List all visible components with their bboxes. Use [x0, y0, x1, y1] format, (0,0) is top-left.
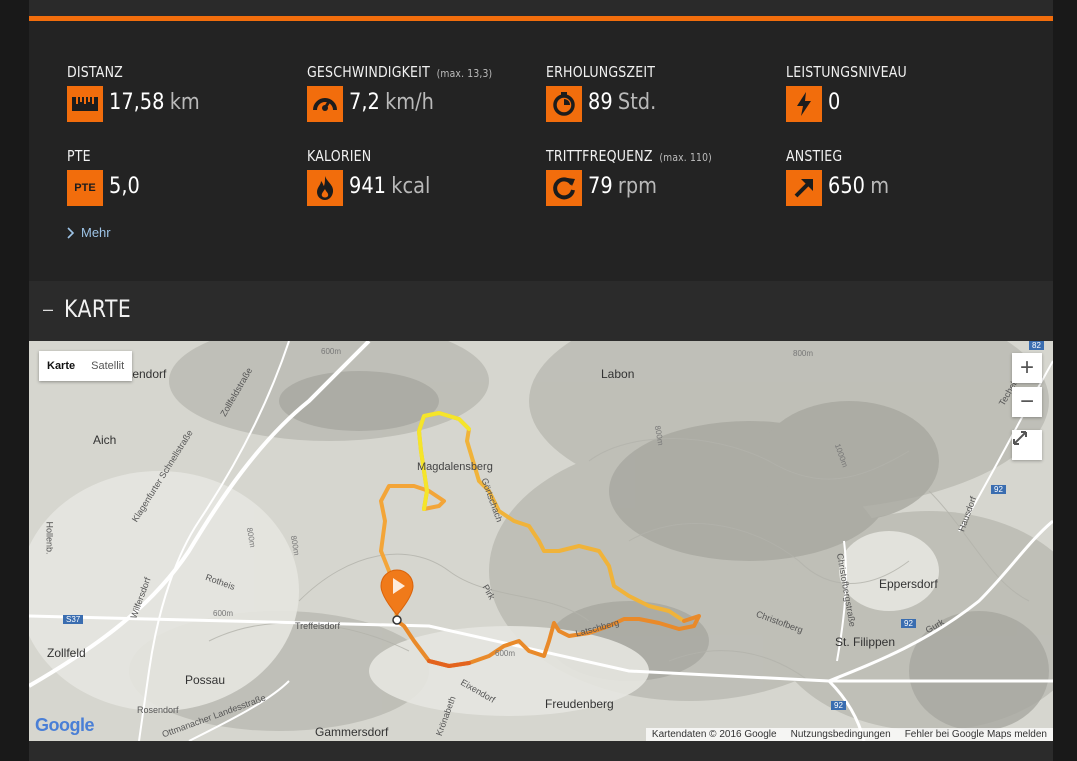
map-label-gammersdorf: Gammersdorf — [315, 725, 389, 739]
stat-label: TRITTFREQUENZ (max. 110) — [546, 147, 712, 165]
map-type-toggle: Karte Satellit — [39, 351, 133, 381]
map-type-karte-button[interactable]: Karte — [39, 351, 84, 381]
road-shield: 92 — [901, 619, 916, 628]
map-section-header[interactable]: – KARTE — [29, 281, 1053, 341]
pte-icon: PTE — [67, 170, 103, 206]
contour-label: 800m — [793, 349, 814, 358]
stat-value: 79 rpm — [588, 174, 658, 199]
collapse-toggle[interactable]: – — [43, 299, 53, 320]
stat-value: 0 — [828, 90, 841, 115]
stat-value: 650 m — [828, 174, 890, 199]
map-label-labon: Labon — [601, 367, 635, 381]
stat-value: 5,0 — [109, 174, 140, 199]
attribution-report-link[interactable]: Fehler bei Google Maps melden — [905, 729, 1047, 740]
google-logo: Google — [35, 715, 95, 735]
lightning-icon — [786, 86, 822, 122]
stat-value: 17,58 km — [109, 90, 200, 115]
map-label-aich: Aich — [93, 433, 117, 447]
route-map[interactable]: Labon Aich Magdalensberg Eppersdorf St. … — [29, 341, 1053, 741]
stat-value: 941 kcal — [349, 174, 431, 199]
stat-label: PTE — [67, 147, 91, 165]
attribution-data: Kartendaten © 2016 Google — [651, 729, 777, 740]
fullscreen-button[interactable] — [1012, 430, 1042, 460]
zoom-out-button[interactable]: − — [1012, 387, 1042, 417]
road-shield: S37 — [63, 615, 84, 624]
speedometer-icon — [307, 86, 343, 122]
map-type-satellit-button[interactable]: Satellit — [83, 351, 133, 381]
stat-max: (max. 13,3) — [436, 67, 493, 80]
arrow-up-right-icon — [786, 170, 822, 206]
stat-label: KALORIEN — [307, 147, 372, 165]
attribution-terms-link[interactable]: Nutzungsbedingungen — [791, 729, 891, 740]
map-label-zollfeld: Zollfeld — [47, 646, 86, 660]
map-label-magdalensberg: Magdalensberg — [417, 461, 493, 473]
map-label-hollenb: Hollenb. — [44, 521, 55, 555]
map-section-title: KARTE — [64, 295, 132, 323]
road-shield: 92 — [831, 701, 846, 710]
map-label-st-filippen: St. Filippen — [835, 635, 896, 649]
road-shield: 92 — [991, 485, 1006, 494]
stat-max: (max. 110) — [659, 151, 712, 164]
stat-label: ERHOLUNGSZEIT — [546, 63, 656, 81]
map-terrain — [29, 341, 1053, 741]
header-banner — [29, 0, 1053, 16]
map-label-possau: Possau — [185, 673, 226, 687]
recovery-timer-icon — [546, 86, 582, 122]
cadence-icon — [546, 170, 582, 206]
contour-label: 600m — [495, 649, 516, 658]
more-link[interactable]: Mehr — [67, 225, 111, 240]
ruler-icon — [67, 86, 103, 122]
map-attribution: Kartendaten © 2016 Google Nutzungsbeding… — [645, 728, 1053, 741]
map-label-freudenberg: Freudenberg — [545, 697, 614, 711]
stat-label: GESCHWINDIGKEIT (max. 13,3) — [307, 63, 493, 81]
stat-value: 89 Std. — [588, 90, 657, 115]
map-label-treffelsdorf: Treffelsdorf — [295, 621, 341, 631]
contour-label: 600m — [213, 609, 234, 618]
stat-label: DISTANZ — [67, 63, 123, 81]
stat-label: LEISTUNGSNIVEAU — [786, 63, 907, 81]
map-label-eppersdorf: Eppersdorf — [879, 577, 938, 591]
footer-strip — [29, 741, 1053, 761]
stats-panel: DISTANZ 17,58 km GESCHWINDIGKEIT (max. 13,… — [29, 21, 1053, 281]
flame-icon — [307, 170, 343, 206]
chevron-right-icon — [67, 226, 75, 239]
zoom-in-button[interactable]: + — [1012, 353, 1042, 383]
more-link-label: Mehr — [81, 225, 111, 240]
contour-label: 600m — [321, 347, 342, 356]
stat-value: 7,2 km/h — [349, 90, 434, 115]
stat-label: ANSTIEG — [786, 147, 843, 165]
road-shield: 82 — [1029, 341, 1044, 350]
map-label-rosendorf: Rosendorf — [137, 705, 179, 715]
